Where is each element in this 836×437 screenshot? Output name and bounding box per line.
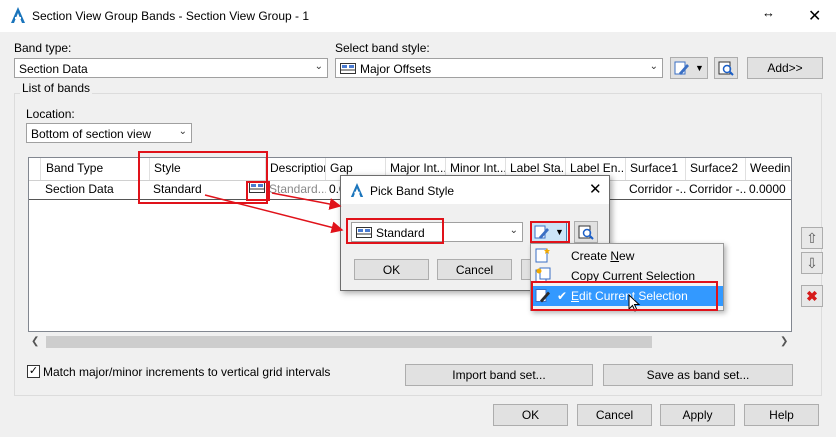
arrow-to-dialog	[271, 192, 342, 210]
arrow-to-dropdown	[204, 194, 344, 234]
annotation-arrows	[204, 192, 344, 234]
